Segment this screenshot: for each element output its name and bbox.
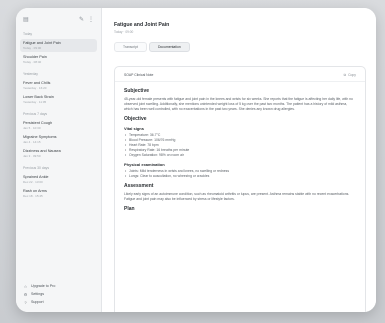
sidebar-item[interactable]: Persistent Cough Jan 5 · 10:30 [20, 119, 97, 132]
subjective-text: 45-year-old female presents with fatigue… [124, 97, 353, 111]
documentation-panel: SOAP Clinical Note ⧉ Copy Subjective 45-… [114, 66, 366, 312]
doc-header: SOAP Clinical Note ⧉ Copy [115, 72, 365, 82]
copy-icon: ⧉ [343, 72, 347, 77]
assessment-text: Likely early signs of an autoimmune cond… [124, 192, 350, 201]
sidebar-upgrade-link[interactable]: ☆ Upgrade to Pro [20, 282, 97, 290]
sidebar-footer: ☆ Upgrade to Pro ⚙ Settings? Support [20, 282, 97, 306]
sidebar-item[interactable]: Shoulder Pain Today · 08:40 [20, 53, 97, 66]
subjective-heading: Subjective [124, 88, 150, 94]
app-window: ▤ ✎ ⋮ Today Fatigue and Joint Pain Today ·… [16, 8, 376, 312]
vital-sign-item: Oxygen Saturation: 98% on room air [124, 153, 356, 158]
sidebar: ▤ ✎ ⋮ Today Fatigue and Joint Pain Today ·… [16, 8, 102, 312]
tab-transcript[interactable]: Transcript [114, 41, 147, 52]
tab-documentation[interactable]: Documentation [148, 41, 190, 52]
settings-icon: ⚙ [23, 291, 28, 297]
more-icon[interactable]: ⋮ [88, 17, 94, 23]
sidebar-support-label: Support [31, 300, 44, 304]
sidebar-item-time: Jan 5 · 10:30 [23, 126, 41, 130]
exam-heading: Physical examination [124, 162, 165, 167]
sidebar-item[interactable]: Rash on Arms Dec 18 · 15:45 [20, 187, 97, 200]
sidebar-item[interactable]: Dizziness and Nausea Jan 3 · 09:50 [20, 147, 97, 160]
sidebar-toggle-icon[interactable]: ▤ [23, 17, 29, 23]
sidebar-item-time: Jan 3 · 09:50 [23, 154, 41, 158]
sidebar-group-label: Previous 30 days [23, 166, 50, 170]
copy-label: Copy [348, 72, 356, 77]
objective-heading: Objective [124, 116, 147, 122]
sidebar-item[interactable]: Lower Back Strain Yesterday · 11:05 [20, 93, 97, 106]
copy-button[interactable]: ⧉ Copy [344, 73, 356, 77]
sidebar-item-time: Today · 08:40 [23, 60, 42, 64]
sidebar-toolbar: ▤ ✎ ⋮ [20, 14, 97, 26]
vitals-heading: Vital signs [124, 126, 144, 131]
sidebar-item[interactable]: Migraine Symptoms Jan 4 · 14:15 [20, 133, 97, 146]
sidebar-item-time: Today · 09:00 [23, 46, 42, 50]
sidebar-item[interactable]: Fatigue and Joint Pain Today · 09:00 [20, 39, 97, 52]
sidebar-group-label: Yesterday [23, 72, 38, 76]
sidebar-history: Today Fatigue and Joint Pain Today · 09:00… [20, 32, 97, 200]
sidebar-item-time: Dec 18 · 15:45 [23, 194, 43, 198]
page-header: Fatigue and Joint Pain Today · 09:00 [102, 8, 376, 34]
sidebar-support-link[interactable]: ? Support [20, 298, 97, 306]
sidebar-settings-label: Settings [31, 292, 44, 296]
desktop-background: ▤ ✎ ⋮ Today Fatigue and Joint Pain Today ·… [0, 0, 385, 323]
sidebar-item[interactable]: Sprained Ankle Dec 22 · 13:00 [20, 173, 97, 186]
support-icon: ? [24, 299, 27, 305]
exam-list: Joints: Mild tenderness in wrists and kn… [124, 169, 356, 179]
page-subtitle: Today · 09:00 [114, 29, 134, 34]
exam-finding-item: Lungs: Clear to auscultation, no wheezin… [124, 174, 356, 179]
sidebar-item[interactable]: Fever and Chills Yesterday · 16:20 [20, 79, 97, 92]
sidebar-upgrade-label: Upgrade to Pro [31, 284, 56, 288]
assessment-heading: Assessment [124, 183, 154, 189]
sidebar-item-time: Yesterday · 16:20 [23, 86, 47, 90]
sidebar-group-label: Today [23, 32, 33, 36]
plan-heading: Plan [124, 206, 135, 212]
upgrade-icon: ☆ [23, 283, 28, 289]
vitals-list: Temperature: 36.7°CBlood Pressure: 106/7… [124, 133, 356, 158]
sidebar-group-label: Previous 7 days [23, 112, 48, 116]
main-panel: Fatigue and Joint Pain Today · 09:00 Tra… [102, 8, 376, 312]
new-note-icon[interactable]: ✎ [79, 17, 84, 23]
sidebar-item-time: Dec 22 · 13:00 [23, 180, 43, 184]
sidebar-item-time: Jan 4 · 14:15 [23, 140, 41, 144]
doc-label: SOAP Clinical Note [124, 72, 154, 77]
page-title: Fatigue and Joint Pain [114, 22, 170, 28]
sidebar-settings-link[interactable]: ⚙ Settings [20, 290, 97, 298]
tab-bar: Transcript Documentation [114, 41, 376, 52]
sidebar-item-time: Yesterday · 11:05 [23, 100, 47, 104]
